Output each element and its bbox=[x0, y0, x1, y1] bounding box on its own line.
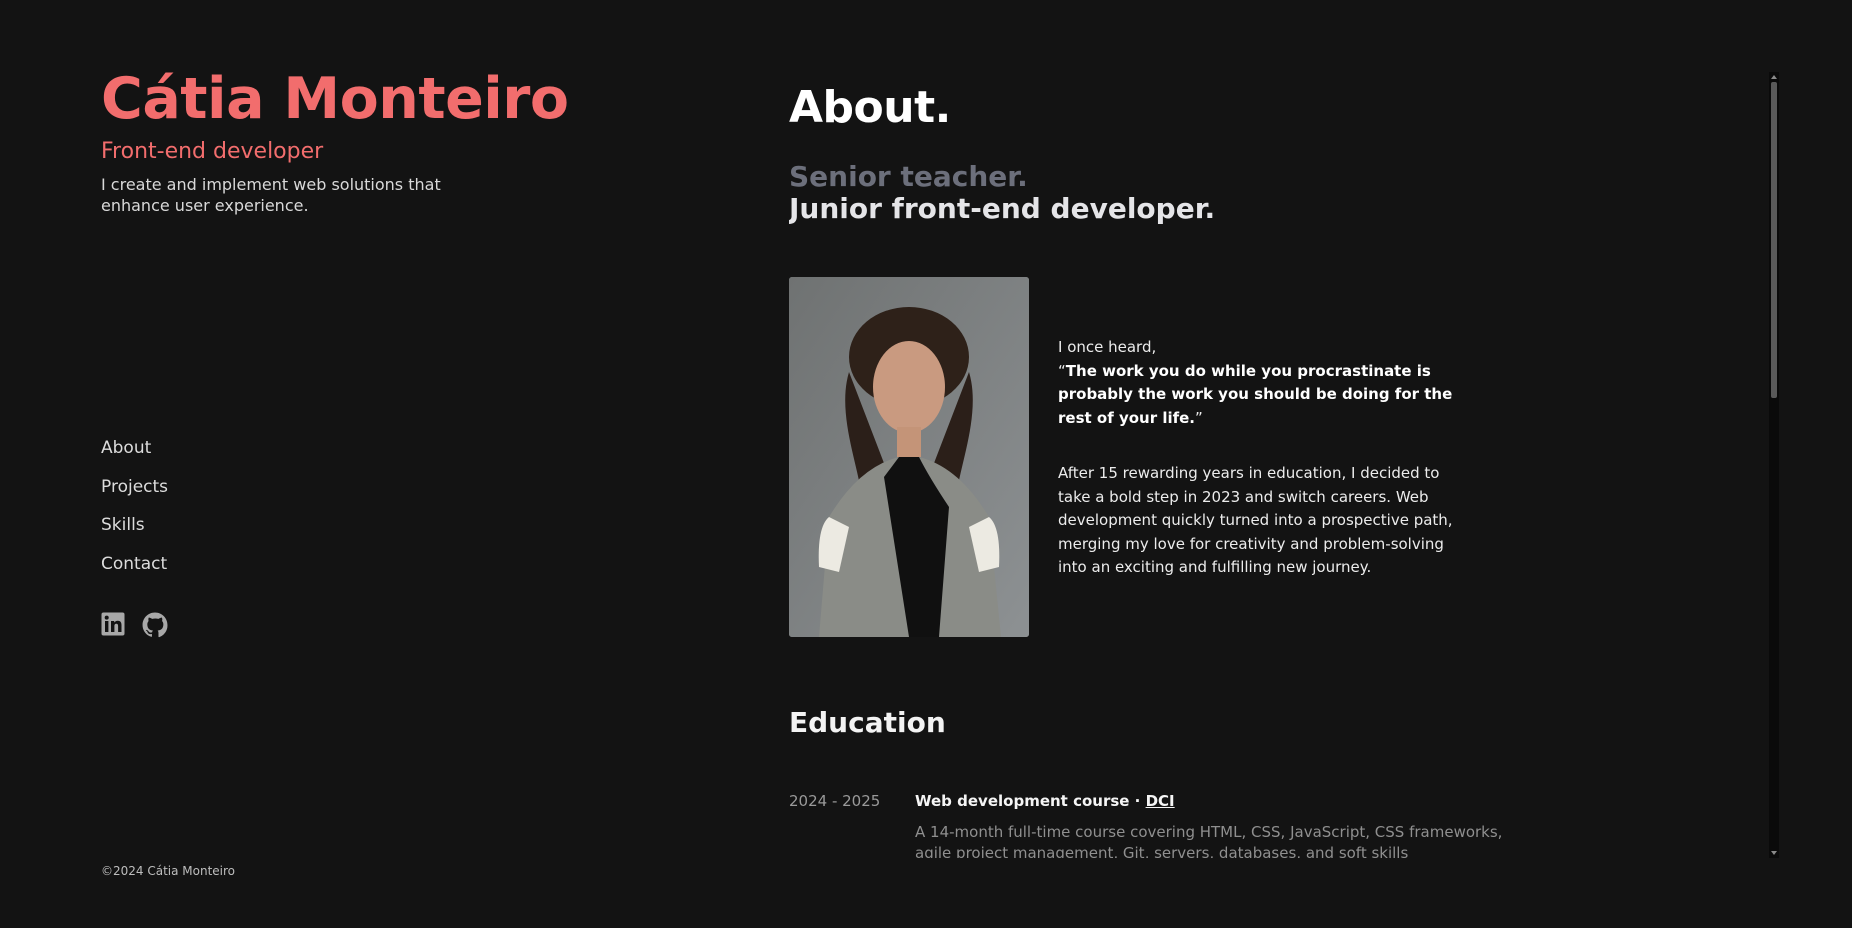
quote-open-mark: “ bbox=[1058, 361, 1066, 380]
education-course-name: Web development course · bbox=[915, 792, 1146, 810]
nav-item-projects[interactable]: Projects bbox=[101, 475, 168, 514]
quote-close-mark: ” bbox=[1195, 408, 1203, 427]
career-story: After 15 rewarding years in education, I… bbox=[1058, 464, 1453, 576]
main-scrollbar[interactable] bbox=[1769, 72, 1779, 858]
main-nav: About Projects Skills Contact bbox=[101, 436, 168, 590]
education-years: 2024 - 2025 bbox=[789, 792, 881, 810]
quote-intro: I once heard, bbox=[1058, 338, 1157, 356]
linkedin-icon[interactable] bbox=[101, 612, 125, 636]
sidebar: Cátia Monteiro Front-end developer I cre… bbox=[101, 0, 661, 928]
quote-text: The work you do while you procrastinate … bbox=[1058, 361, 1453, 427]
main-content: About. Senior teacher. Junior front-end … bbox=[789, 72, 1769, 858]
nav-item-about[interactable]: About bbox=[101, 436, 168, 475]
scroll-up-icon[interactable] bbox=[1769, 72, 1779, 82]
education-description: A 14-month full-time course covering HTM… bbox=[915, 823, 1503, 858]
copyright: ©2024 Cátia Monteiro bbox=[101, 864, 236, 878]
quote-block: I once heard, “The work you do while you… bbox=[1058, 336, 1468, 430]
site-role: Front-end developer bbox=[101, 139, 324, 164]
nav-item-contact[interactable]: Contact bbox=[101, 552, 168, 591]
github-icon[interactable] bbox=[142, 612, 168, 638]
scroll-thumb[interactable] bbox=[1771, 82, 1777, 398]
site-intro: I create and implement web solutions tha… bbox=[101, 175, 441, 215]
education-course: Web development course · DCI bbox=[915, 792, 1175, 810]
site-name: Cátia Monteiro bbox=[101, 66, 569, 132]
social-links bbox=[101, 612, 168, 638]
about-title: About. bbox=[789, 82, 951, 133]
education-title: Education bbox=[789, 706, 946, 739]
profile-photo bbox=[789, 277, 1029, 637]
scroll-down-icon[interactable] bbox=[1769, 848, 1779, 858]
nav-item-skills[interactable]: Skills bbox=[101, 513, 168, 552]
about-subtitle-current: Junior front-end developer. bbox=[789, 192, 1216, 225]
about-subtitle-past: Senior teacher. bbox=[789, 160, 1028, 193]
school-link[interactable]: DCI bbox=[1146, 792, 1175, 810]
